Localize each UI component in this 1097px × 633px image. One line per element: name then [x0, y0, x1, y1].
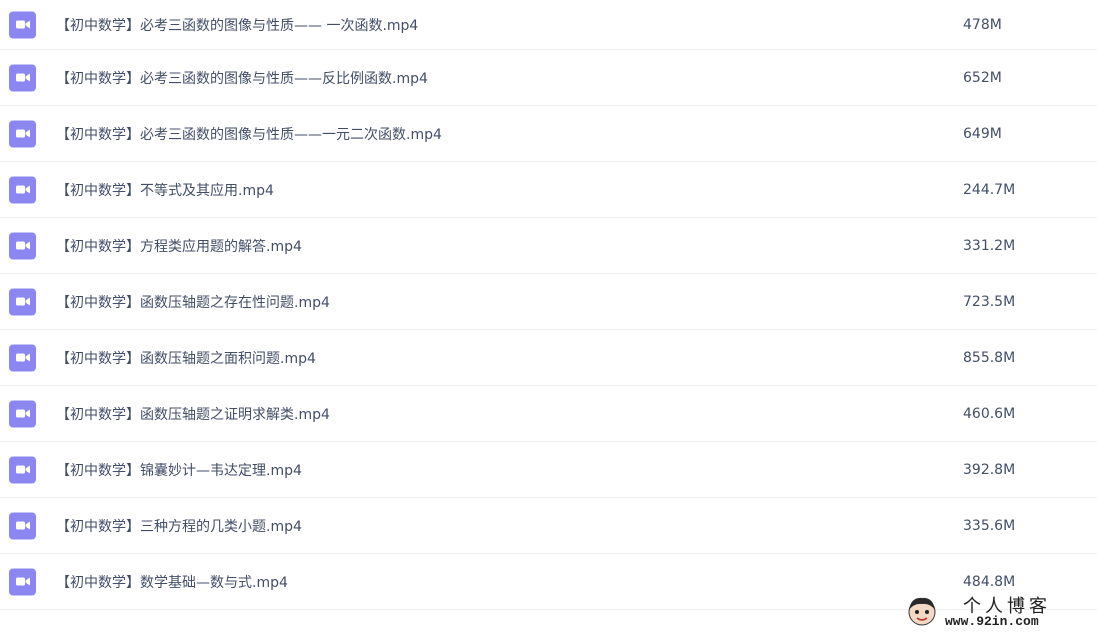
file-size: 723.5M [963, 293, 1016, 310]
file-row[interactable]: 【初中数学】三种方程的几类小题.mp4 335.6M [0, 498, 1097, 554]
file-size: 484.8M [963, 573, 1016, 590]
blog-watermark: 个人博客 www.92in.com [905, 592, 1091, 630]
video-icon [9, 176, 36, 203]
file-name[interactable]: 【初中数学】必考三函数的图像与性质——反比例函数.mp4 [56, 68, 428, 88]
file-size: 335.6M [963, 517, 1016, 534]
file-name[interactable]: 【初中数学】不等式及其应用.mp4 [56, 180, 274, 200]
file-size: 478M [963, 16, 1002, 33]
file-row[interactable]: 【初中数学】函数压轴题之面积问题.mp4 855.8M [0, 330, 1097, 386]
file-name[interactable]: 【初中数学】数学基础—数与式.mp4 [56, 572, 288, 592]
video-icon [9, 288, 36, 315]
file-row[interactable]: 【初中数学】函数压轴题之证明求解类.mp4 460.6M [0, 386, 1097, 442]
file-name[interactable]: 【初中数学】函数压轴题之存在性问题.mp4 [56, 292, 330, 312]
video-icon [9, 11, 36, 38]
file-row[interactable]: 【初中数学】函数压轴题之存在性问题.mp4 723.5M [0, 274, 1097, 330]
file-size: 460.6M [963, 405, 1016, 422]
video-icon [9, 512, 36, 539]
video-icon [9, 456, 36, 483]
file-size: 649M [963, 125, 1002, 142]
file-size: 855.8M [963, 349, 1016, 366]
video-icon [9, 344, 36, 371]
file-name[interactable]: 【初中数学】必考三函数的图像与性质—— 一次函数.mp4 [56, 15, 418, 35]
file-name[interactable]: 【初中数学】方程类应用题的解答.mp4 [56, 236, 302, 256]
watermark-url: www.92in.com [945, 614, 1039, 629]
file-name[interactable]: 【初中数学】函数压轴题之面积问题.mp4 [56, 348, 316, 368]
video-icon [9, 64, 36, 91]
video-icon [9, 120, 36, 147]
file-name[interactable]: 【初中数学】函数压轴题之证明求解类.mp4 [56, 404, 330, 424]
file-row[interactable]: 【初中数学】必考三函数的图像与性质—— 一次函数.mp4 478M [0, 0, 1097, 50]
file-size: 392.8M [963, 461, 1016, 478]
file-name[interactable]: 【初中数学】必考三函数的图像与性质——一元二次函数.mp4 [56, 124, 442, 144]
video-icon [9, 232, 36, 259]
avatar-icon [908, 597, 936, 626]
file-name[interactable]: 【初中数学】锦囊妙计—韦达定理.mp4 [56, 460, 302, 480]
file-name[interactable]: 【初中数学】三种方程的几类小题.mp4 [56, 516, 302, 536]
video-icon [9, 568, 36, 595]
file-size: 652M [963, 69, 1002, 86]
file-size: 331.2M [963, 237, 1016, 254]
file-list: 【初中数学】必考三函数的图像与性质—— 一次函数.mp4 478M 【初中数学】… [0, 0, 1097, 610]
file-row[interactable]: 【初中数学】必考三函数的图像与性质——反比例函数.mp4 652M [0, 50, 1097, 106]
video-icon [9, 400, 36, 427]
file-row[interactable]: 【初中数学】必考三函数的图像与性质——一元二次函数.mp4 649M [0, 106, 1097, 162]
file-row[interactable]: 【初中数学】不等式及其应用.mp4 244.7M [0, 162, 1097, 218]
file-row[interactable]: 【初中数学】方程类应用题的解答.mp4 331.2M [0, 218, 1097, 274]
file-row[interactable]: 【初中数学】锦囊妙计—韦达定理.mp4 392.8M [0, 442, 1097, 498]
file-size: 244.7M [963, 181, 1016, 198]
